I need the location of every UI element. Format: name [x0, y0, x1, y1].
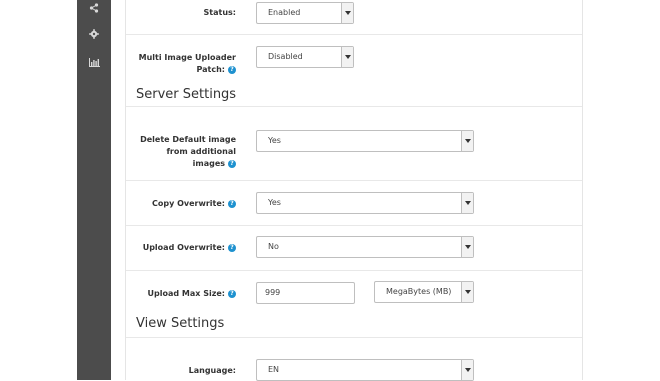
gear-icon[interactable]: [77, 24, 111, 44]
sidebar: [77, 0, 111, 380]
chevron-down-icon: [341, 3, 353, 23]
chevron-down-icon: [461, 360, 473, 380]
divider: [126, 180, 582, 181]
help-icon[interactable]: ?: [228, 159, 236, 168]
help-icon[interactable]: ?: [228, 199, 236, 208]
divider: [126, 225, 582, 226]
help-icon[interactable]: ?: [228, 65, 236, 74]
chevron-down-icon: [461, 131, 473, 151]
settings-panel: Status: Enabled Multi Image Uploader Pat…: [125, 0, 583, 381]
help-icon[interactable]: ?: [228, 243, 236, 252]
help-icon[interactable]: ?: [228, 289, 236, 298]
status-label: Status:: [203, 8, 236, 17]
bar-chart-icon[interactable]: [77, 52, 111, 72]
upload-max-size-unit-select[interactable]: MegaBytes (MB): [374, 281, 474, 303]
share-icon[interactable]: [77, 0, 111, 18]
upload-max-size-label: Upload Max Size:?: [148, 288, 236, 300]
chevron-down-icon: [341, 47, 353, 67]
language-select[interactable]: EN: [256, 359, 474, 381]
section-title-server: Server Settings: [136, 87, 237, 102]
divider: [126, 106, 582, 107]
copy-overwrite-select[interactable]: Yes: [256, 192, 474, 214]
divider: [126, 337, 582, 338]
delete-default-image-select[interactable]: Yes: [256, 130, 474, 152]
multi-image-patch-select[interactable]: Disabled: [256, 46, 354, 68]
delete-default-image-label: Delete Default image from additional ima…: [140, 135, 236, 168]
multi-image-patch-label: Multi Image Uploader Patch:?: [138, 53, 236, 74]
chevron-down-icon: [461, 282, 473, 302]
chevron-down-icon: [461, 237, 473, 257]
status-select[interactable]: Enabled: [256, 2, 354, 24]
upload-overwrite-select[interactable]: No: [256, 236, 474, 258]
divider: [126, 270, 582, 271]
section-title-view: View Settings: [136, 316, 225, 331]
upload-max-size-input[interactable]: 999: [256, 282, 355, 304]
divider: [126, 34, 582, 35]
upload-overwrite-label: Upload Overwrite:?: [143, 242, 236, 254]
language-label: Language:: [188, 366, 236, 375]
copy-overwrite-label: Copy Overwrite:?: [152, 198, 236, 210]
chevron-down-icon: [461, 193, 473, 213]
